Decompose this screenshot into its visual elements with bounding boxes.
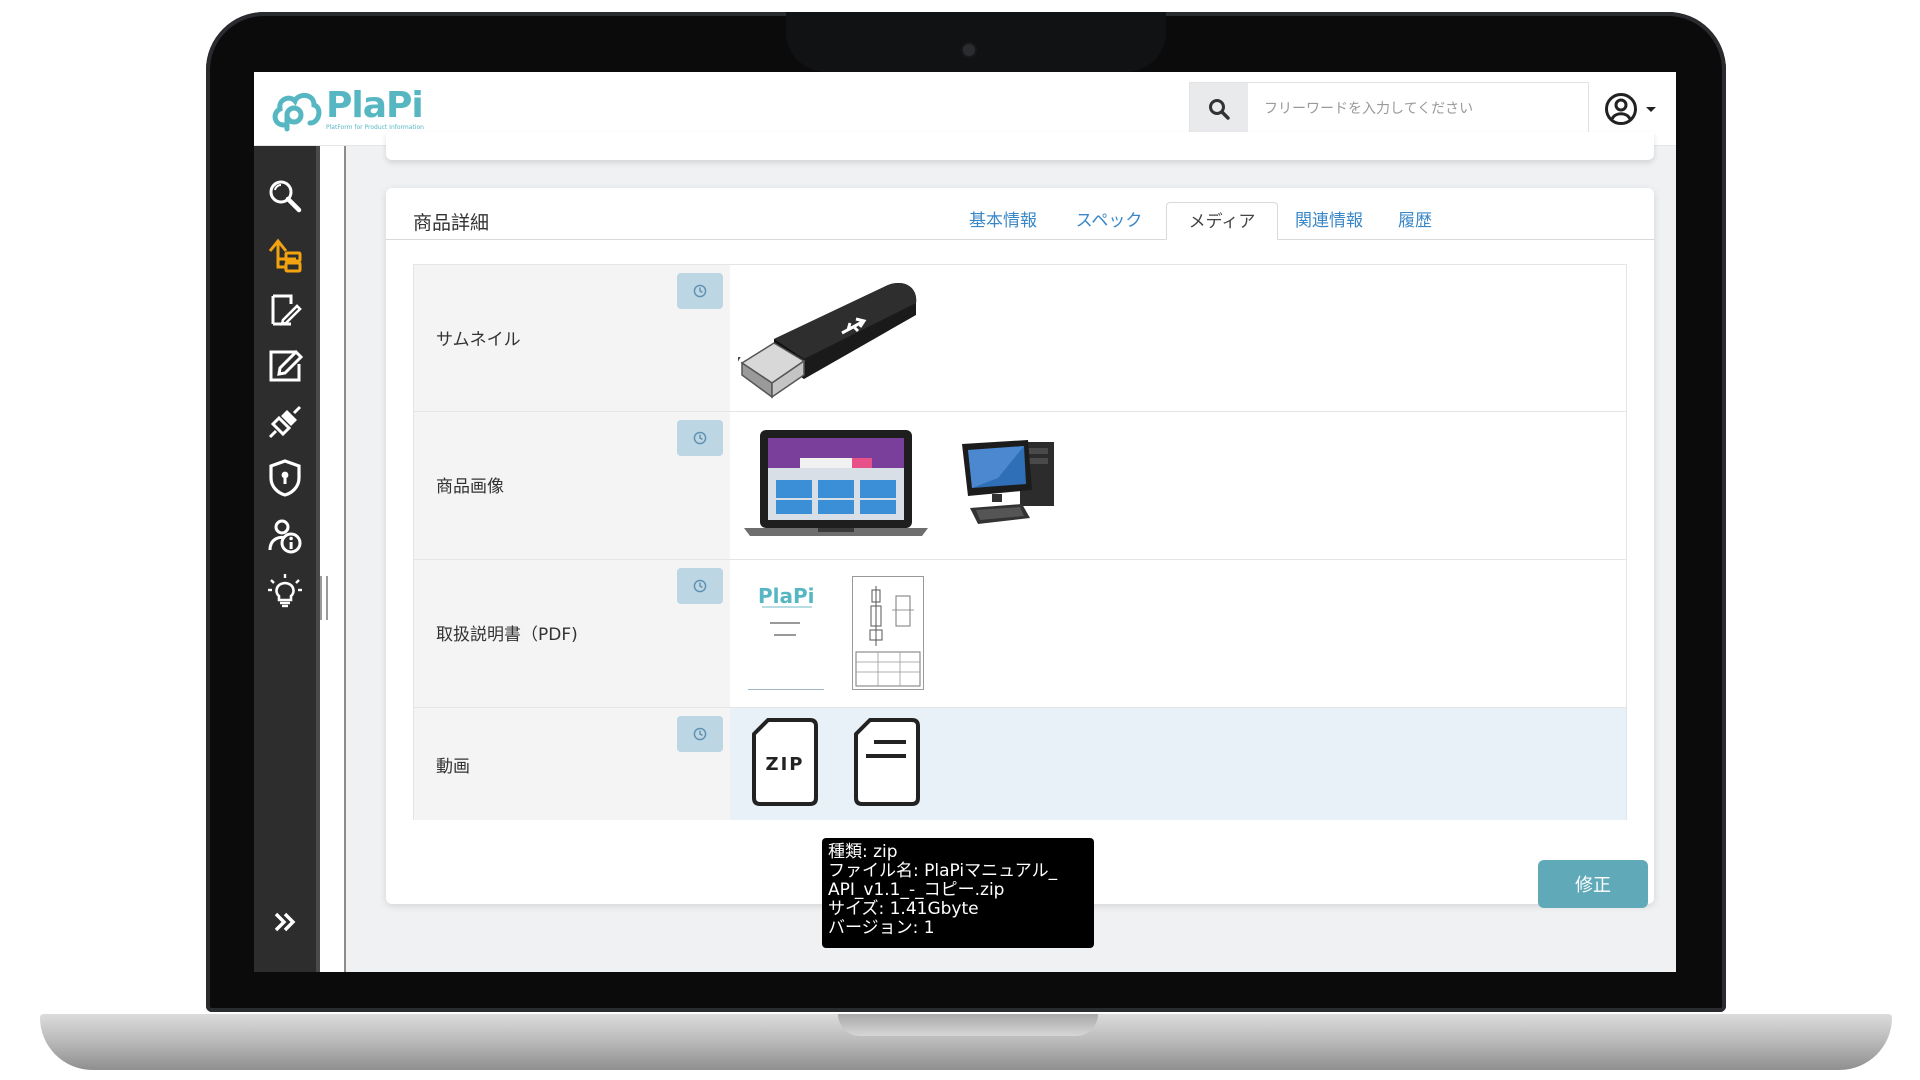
tooltip-version: バージョン: 1	[828, 918, 935, 938]
history-button[interactable]	[677, 420, 723, 456]
user-avatar-icon	[1605, 93, 1637, 125]
tab-related-info[interactable]: 関連情報	[1280, 202, 1378, 240]
row-label-cell: 動画	[414, 708, 730, 820]
media-row-video: 動画 ZIP	[414, 708, 1626, 820]
pdf-text-line	[774, 634, 796, 636]
row-label-cell: 商品画像	[414, 412, 730, 559]
search-button[interactable]	[1190, 83, 1248, 135]
search-icon	[1209, 99, 1230, 120]
laptop-image[interactable]	[742, 428, 930, 540]
row-value-cell	[730, 265, 1626, 411]
card-title: 商品詳細	[413, 212, 490, 234]
lightbulb-icon	[268, 574, 302, 608]
clock-icon	[693, 284, 707, 298]
row-label-cell: 取扱説明書（PDF)	[414, 560, 730, 707]
document-file-icon[interactable]	[852, 718, 922, 806]
tab-spec[interactable]: スペック	[1060, 202, 1158, 240]
sidebar-item-security[interactable]	[254, 452, 316, 504]
sidebar-item-integration[interactable]	[254, 396, 316, 448]
history-button[interactable]	[677, 716, 723, 752]
previous-card-edge	[386, 132, 1654, 160]
sidebar-resize-rail	[316, 146, 346, 972]
user-menu[interactable]	[1604, 88, 1670, 130]
row-value-cell: ZIP	[730, 708, 1626, 820]
resize-handle[interactable]	[320, 576, 328, 620]
card-header: 商品詳細 基本情報 スペック メディア 関連情報 履歴	[386, 188, 1654, 240]
row-value-cell: PlaPi	[730, 560, 1626, 707]
media-row-thumbnail: サムネイル	[414, 265, 1626, 412]
media-row-manual-pdf: 取扱説明書（PDF) PlaPi	[414, 560, 1626, 708]
row-label: 動画	[436, 757, 470, 777]
camera-icon	[963, 44, 975, 56]
history-button[interactable]	[677, 273, 723, 309]
pdf-text-line	[762, 606, 812, 608]
sidebar-expand-button[interactable]	[254, 896, 316, 948]
row-label: サムネイル	[436, 330, 521, 350]
laptop-camera-notch	[786, 12, 1166, 72]
clock-icon	[693, 727, 707, 741]
media-row-product-images: 商品画像	[414, 412, 1626, 560]
cloud-logo-icon	[272, 93, 322, 132]
caret-down-icon	[1646, 107, 1656, 112]
zip-file-icon[interactable]: ZIP	[750, 718, 820, 806]
search-input[interactable]	[1248, 83, 1588, 135]
plapi-manual-pdf-thumb[interactable]: PlaPi	[748, 576, 824, 690]
shield-lock-icon	[269, 459, 301, 497]
sidebar-item-edit[interactable]	[254, 340, 316, 392]
sidebar-item-users[interactable]	[254, 510, 316, 562]
sidebar-item-ideas[interactable]	[254, 564, 316, 616]
pdf-logo-text: PlaPi	[758, 584, 815, 608]
zip-label: ZIP	[765, 754, 805, 775]
tab-basic-info[interactable]: 基本情報	[954, 202, 1052, 240]
row-label: 商品画像	[436, 477, 504, 497]
sidebar-item-upload[interactable]	[254, 228, 316, 280]
media-table: サムネイル 商品画像 取扱説明書（PDF) PlaPi 動画 ZIP	[413, 264, 1627, 820]
row-label: 取扱説明書（PDF)	[436, 625, 578, 645]
drawing-pdf-thumb[interactable]	[852, 576, 924, 690]
user-info-icon	[268, 519, 302, 554]
plapi-logo[interactable]: PlaPi PlatForm for Product Information	[270, 84, 440, 134]
tooltip-size: サイズ: 1.41Gbyte	[828, 899, 979, 919]
desktop-pc-image[interactable]	[958, 438, 1062, 530]
document-edit-icon	[271, 294, 302, 326]
sidebar	[254, 146, 316, 972]
clock-icon	[693, 579, 707, 593]
plug-icon	[268, 405, 302, 439]
magnifier-icon	[269, 180, 302, 213]
tooltip-filename-cont: API_v1.1_-_コピー.zip	[828, 880, 1005, 900]
sidebar-item-search[interactable]	[254, 170, 316, 222]
pencil-box-icon	[269, 349, 303, 382]
tab-history[interactable]: 履歴	[1380, 202, 1450, 240]
search-bar	[1189, 82, 1589, 136]
usb-flash-drive-image[interactable]	[738, 275, 920, 403]
history-button[interactable]	[677, 568, 723, 604]
edit-button[interactable]: 修正	[1538, 860, 1648, 908]
file-info-tooltip: 種類: zip ファイル名: PlaPiマニュアル_ API_v1.1_-_コピ…	[822, 838, 1094, 948]
pdf-text-line	[770, 622, 800, 624]
sidebar-item-document[interactable]	[254, 284, 316, 336]
tooltip-filename: ファイル名: PlaPiマニュアル_	[828, 861, 1058, 881]
clock-icon	[693, 431, 707, 445]
product-detail-card: 商品詳細 基本情報 スペック メディア 関連情報 履歴 サムネイル 商品画像 取…	[386, 188, 1654, 948]
row-label-cell: サムネイル	[414, 265, 730, 411]
logo-text: PlaPi	[326, 85, 424, 126]
tab-media[interactable]: メディア	[1166, 202, 1278, 240]
row-value-cell	[730, 412, 1626, 559]
logo-tagline: PlatForm for Product Information	[326, 124, 424, 131]
tooltip-type: 種類: zip	[828, 842, 898, 862]
upload-tree-icon	[268, 238, 302, 273]
double-chevron-right-icon	[274, 912, 296, 932]
laptop-base-notch	[838, 1014, 1098, 1036]
app-screen: PlaPi PlatForm for Product Information フ…	[254, 72, 1676, 972]
